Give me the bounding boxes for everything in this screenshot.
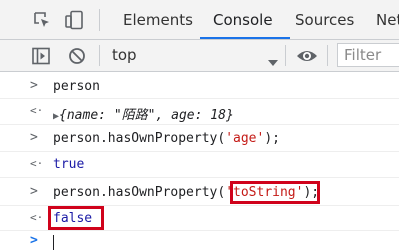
console-input-text: person [53,79,100,94]
inspect-icon[interactable] [33,11,51,29]
output-prompt-icon: <· [30,211,44,224]
tabbar-divider [99,9,100,31]
text-cursor [53,235,54,250]
annotation-highlight-box [48,206,104,230]
input-prompt-icon: > [30,78,38,93]
context-selector[interactable]: top [112,40,137,71]
sidebar-toggle-icon[interactable] [31,46,51,66]
tab-elements[interactable]: Elements [123,0,193,39]
console-line: <· false [0,206,399,231]
filter-input[interactable]: Filter [337,43,399,67]
tab-sources[interactable]: Sources [295,0,354,39]
input-prompt-icon: > [30,130,38,145]
toolbar-divider [99,45,100,66]
toolbar-divider-2 [285,45,286,66]
console-output-value: true [53,157,85,172]
output-prompt-icon: <· [30,157,44,170]
device-toggle-icon[interactable] [64,10,84,30]
console-line: > person.hasOwnProperty('age'); [0,125,399,152]
console-line: > person.hasOwnProperty('toString'); [0,178,399,206]
input-prompt-icon: > [30,184,38,199]
active-prompt-icon: > [30,233,38,248]
active-tab-indicator [200,37,290,39]
dropdown-arrow-icon[interactable] [268,52,278,66]
toolbar-divider-3 [327,45,328,66]
console-output: > person <· ▶{name: "陌路", age: 18} > per… [0,72,399,252]
output-prompt-icon: <· [30,104,44,117]
eye-icon[interactable] [296,47,318,65]
console-prompt-row[interactable]: > [0,231,399,252]
annotation-highlight-box [230,181,320,204]
console-line: > person [0,74,399,99]
devtools-tabbar: Elements Console Sources Net [0,0,399,40]
console-object-output[interactable]: ▶{name: "陌路", age: 18} [53,104,234,123]
tab-console[interactable]: Console [213,0,273,39]
console-input-text: person.hasOwnProperty('age'); [53,131,280,146]
console-line: <· true [0,152,399,178]
console-line: <· ▶{name: "陌路", age: 18} [0,99,399,125]
console-toolbar: top Filter [0,40,399,72]
tab-network[interactable]: Net [376,0,399,39]
clear-console-icon[interactable] [67,46,87,66]
